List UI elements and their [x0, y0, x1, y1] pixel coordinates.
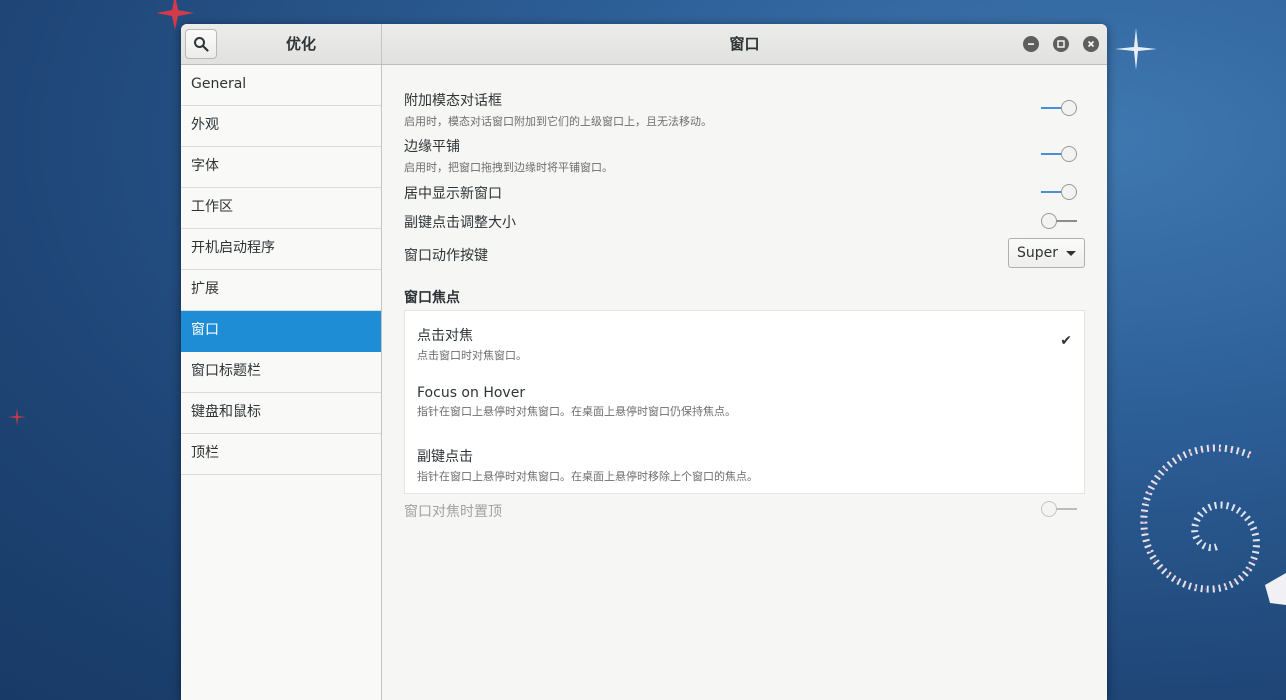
- raise-on-focus-switch[interactable]: [1041, 501, 1077, 517]
- option-title: 副键点击: [417, 449, 473, 465]
- setting-raise-on-focus: 窗口对焦时置顶: [404, 501, 1085, 521]
- focus-mode-list: 点击对焦 点击窗口时对焦窗口。 ✔ Focus on Hover 指针在窗口上悬…: [404, 310, 1085, 494]
- headerbar-sidebar-section: 优化: [181, 24, 382, 64]
- resize-secondary-click-switch[interactable]: [1041, 213, 1077, 229]
- setting-edge-tiling: 边缘平铺 启用时，把窗口拖拽到边缘时将平铺窗口。: [404, 136, 1085, 175]
- edge-tiling-switch[interactable]: [1041, 146, 1077, 162]
- section-title-window-focus: 窗口焦点: [404, 290, 460, 306]
- search-icon: [194, 37, 209, 52]
- option-title: 点击对焦: [417, 328, 473, 344]
- sidebar-item-windows[interactable]: 窗口: [181, 311, 381, 352]
- desktop-swirl-decoration: [1140, 444, 1286, 605]
- sidebar-item-extensions[interactable]: 扩展: [181, 270, 381, 311]
- minimize-button[interactable]: [1023, 36, 1039, 52]
- setting-title: 窗口动作按键: [404, 248, 488, 264]
- setting-title: 边缘平铺: [404, 139, 460, 155]
- sidebar-item-appearance[interactable]: 外观: [181, 106, 381, 147]
- focus-option-click[interactable]: 点击对焦 点击窗口时对焦窗口。 ✔: [417, 325, 1072, 363]
- option-description: 指针在窗口上悬停时对焦窗口。在桌面上悬停时窗口仍保持焦点。: [417, 405, 736, 418]
- sidebar-item-keyboard-mouse[interactable]: 键盘和鼠标: [181, 393, 381, 434]
- setting-title: 副键点击调整大小: [404, 215, 516, 231]
- close-icon: [1087, 40, 1095, 48]
- setting-title: 附加模态对话框: [404, 93, 502, 109]
- desktop-sparkle-decoration: [1115, 28, 1157, 70]
- option-description: 指针在窗口上悬停时对焦窗口。在桌面上悬停时移除上个窗口的焦点。: [417, 470, 758, 483]
- close-button[interactable]: [1083, 36, 1099, 52]
- tweaks-window: 优化 窗口 General 外观 字体 工作区 开机启动程序 扩展 窗口 窗口标…: [181, 24, 1107, 700]
- search-button[interactable]: [185, 29, 217, 59]
- dropdown-value: Super: [1017, 245, 1059, 261]
- maximize-icon: [1057, 40, 1065, 48]
- desktop-small-star-decoration: [8, 408, 26, 426]
- headerbar: 优化 窗口: [181, 24, 1107, 65]
- setting-attach-modal: 附加模态对话框 启用时，模态对话窗口附加到它们的上级窗口上，且无法移动。: [404, 90, 1085, 129]
- maximize-button[interactable]: [1053, 36, 1069, 52]
- dropdown-arrow-icon: [1066, 251, 1076, 256]
- sidebar-item-general[interactable]: General: [181, 65, 381, 106]
- setting-title: 窗口对焦时置顶: [404, 504, 502, 520]
- checkmark-icon: ✔: [1060, 333, 1072, 349]
- setting-description: 启用时，模态对话窗口附加到它们的上级窗口上，且无法移动。: [404, 115, 712, 128]
- sidebar-item-top-bar[interactable]: 顶栏: [181, 434, 381, 475]
- setting-description: 启用时，把窗口拖拽到边缘时将平铺窗口。: [404, 161, 613, 174]
- sidebar-item-workspaces[interactable]: 工作区: [181, 188, 381, 229]
- sidebar: General 外观 字体 工作区 开机启动程序 扩展 窗口 窗口标题栏 键盘和…: [181, 65, 382, 700]
- app-title: 优化: [285, 35, 316, 53]
- sidebar-item-window-titlebars[interactable]: 窗口标题栏: [181, 352, 381, 393]
- minimize-icon: [1028, 43, 1034, 45]
- setting-title: 居中显示新窗口: [404, 186, 502, 202]
- attach-modal-switch[interactable]: [1041, 100, 1077, 116]
- center-new-windows-switch[interactable]: [1041, 184, 1077, 200]
- page-title: 窗口: [729, 35, 760, 53]
- setting-window-action-key: 窗口动作按键 Super: [404, 238, 1085, 268]
- action-key-dropdown[interactable]: Super: [1008, 238, 1085, 268]
- sidebar-item-fonts[interactable]: 字体: [181, 147, 381, 188]
- focus-option-hover[interactable]: Focus on Hover 指针在窗口上悬停时对焦窗口。在桌面上悬停时窗口仍保…: [417, 385, 1072, 419]
- setting-resize-secondary-click: 副键点击调整大小: [404, 212, 1085, 232]
- option-title: Focus on Hover: [417, 385, 526, 401]
- settings-panel: 附加模态对话框 启用时，模态对话窗口附加到它们的上级窗口上，且无法移动。 边缘平…: [382, 65, 1107, 700]
- focus-option-secondary-click[interactable]: 副键点击 指针在窗口上悬停时对焦窗口。在桌面上悬停时移除上个窗口的焦点。: [417, 446, 1072, 484]
- sidebar-item-startup-apps[interactable]: 开机启动程序: [181, 229, 381, 270]
- option-description: 点击窗口时对焦窗口。: [417, 349, 527, 362]
- setting-center-new-windows: 居中显示新窗口: [404, 183, 1085, 203]
